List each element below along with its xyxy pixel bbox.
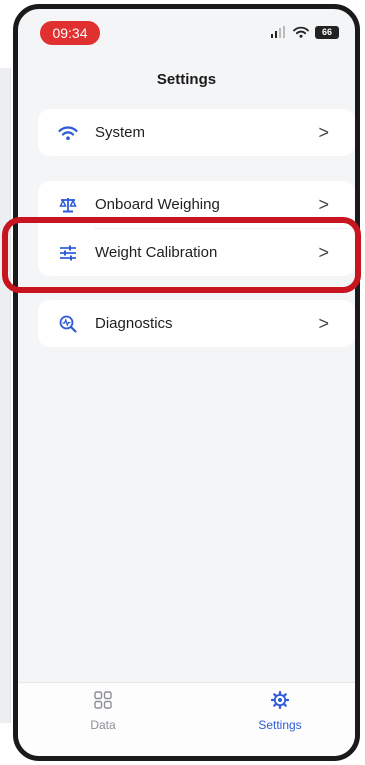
gear-icon	[270, 690, 290, 713]
phone-frame: 09:34 66 Settings System > Onboard Weigh…	[13, 4, 360, 761]
menu-item-label: Diagnostics	[95, 315, 173, 332]
menu-item-label: Weight Calibration	[95, 244, 218, 261]
wifi-icon	[58, 123, 78, 143]
battery-icon: 66	[315, 25, 339, 39]
settings-card-diagnostics: Diagnostics >	[38, 300, 355, 347]
tab-settings[interactable]: Settings	[240, 690, 320, 732]
settings-card-system: System >	[38, 109, 355, 156]
wifi-status-icon	[293, 26, 309, 38]
page-title: Settings	[156, 71, 217, 88]
signal-icon	[271, 26, 287, 38]
chevron-right-icon: >	[318, 313, 329, 333]
menu-item-weight-calibration[interactable]: Weight Calibration >	[38, 229, 355, 276]
chevron-right-icon: >	[318, 242, 329, 262]
settings-card-weighing: Onboard Weighing > Weight Calibration >	[38, 181, 355, 276]
grid-icon	[94, 691, 112, 713]
status-time: 09:34	[40, 21, 100, 45]
menu-item-onboard-weighing[interactable]: Onboard Weighing >	[38, 181, 355, 228]
chevron-right-icon: >	[318, 194, 329, 214]
tab-label: Settings	[258, 718, 302, 732]
menu-item-label: System	[95, 124, 146, 141]
tab-bar: Data Settings	[18, 682, 355, 756]
menu-item-label: Onboard Weighing	[95, 196, 220, 213]
tab-label: Data	[90, 718, 116, 732]
sliders-icon	[58, 243, 78, 263]
status-bar: 09:34 66	[18, 9, 355, 49]
status-icons: 66	[271, 22, 339, 42]
menu-item-system[interactable]: System >	[38, 109, 355, 156]
diagnostics-icon	[58, 314, 78, 334]
chevron-right-icon: >	[318, 122, 329, 142]
scale-icon	[58, 195, 78, 215]
tab-data[interactable]: Data	[63, 691, 143, 732]
background-panel	[0, 68, 11, 723]
menu-item-diagnostics[interactable]: Diagnostics >	[38, 300, 355, 347]
